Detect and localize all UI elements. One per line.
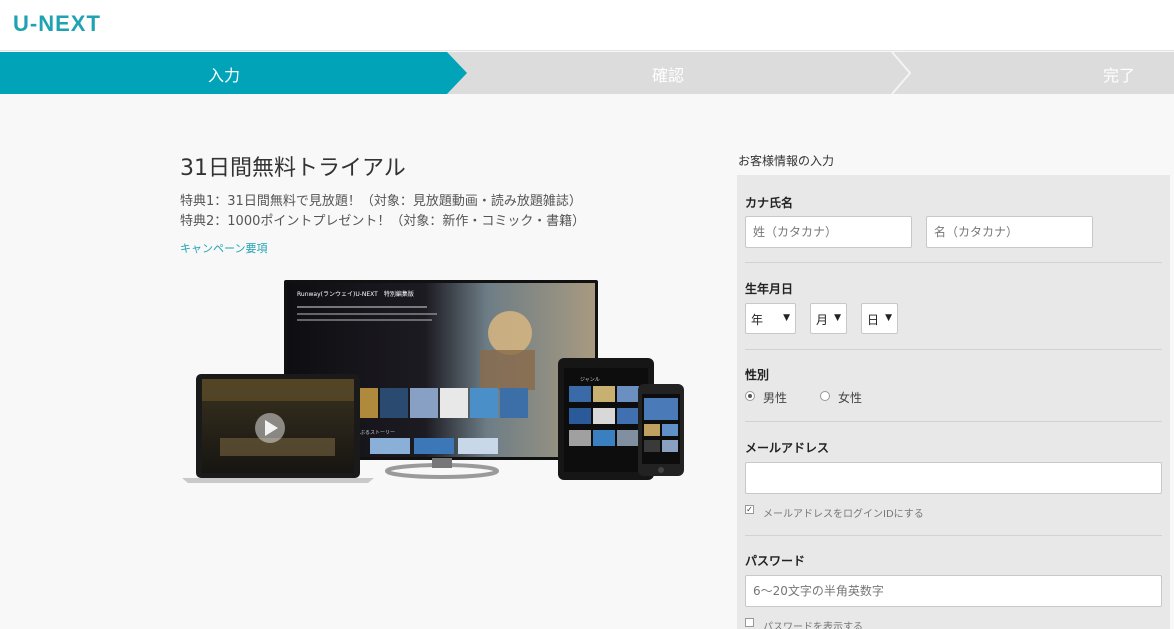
step-confirm: 確認 bbox=[652, 66, 685, 85]
step-complete: 完了 bbox=[1103, 66, 1136, 85]
progress-steps: 入力 確認 完了 bbox=[0, 52, 1174, 94]
show-password-label[interactable]: パスワードを表示する bbox=[763, 618, 863, 629]
tablet-title: ジャンル bbox=[580, 377, 600, 383]
first-name-kana-input[interactable] bbox=[926, 216, 1093, 248]
kana-name-label: カナ氏名 bbox=[745, 196, 794, 210]
birth-day-select[interactable]: 日 ▼ bbox=[861, 303, 898, 334]
page-title: 31日間無料トライアル bbox=[180, 156, 406, 181]
gender-male-radio[interactable] bbox=[745, 391, 755, 401]
step-input: 入力 bbox=[208, 66, 241, 85]
campaign-terms-link[interactable]: キャンペーン要項 bbox=[180, 240, 267, 256]
unext-logo[interactable]: U-NEXT bbox=[13, 11, 101, 37]
dropdown-arrow-icon: ▼ bbox=[885, 313, 892, 323]
birth-year-select[interactable]: 年 ▼ bbox=[745, 303, 796, 334]
tv-title: Runway(ランウェイ)U-NEXT 特別編集版 bbox=[297, 290, 414, 298]
benefit-2: 特典2：1000ポイントプレゼント！（対象：新作・コミック・書籍） bbox=[180, 214, 586, 229]
trial-intro: 31日間無料トライアル 特典1：31日間無料で見放題！（対象：見放題動画・読み放… bbox=[180, 150, 700, 256]
email-as-login-checkbox[interactable]: ✓ bbox=[745, 505, 754, 514]
devices-promo-image: Runway(ランウェイ)U-NEXT 特別編集版 特集 心を揺さぶるストーリー… bbox=[182, 280, 684, 483]
birth-month-select[interactable]: 月 ▼ bbox=[810, 303, 847, 334]
gender-female-radio[interactable] bbox=[820, 391, 830, 401]
show-password-checkbox[interactable] bbox=[745, 618, 754, 627]
dropdown-arrow-icon: ▼ bbox=[783, 313, 790, 323]
benefit-1: 特典1：31日間無料で見放題！（対象：見放題動画・読み放題雑誌） bbox=[180, 194, 582, 209]
last-name-kana-input[interactable] bbox=[745, 216, 912, 248]
password-label: パスワード bbox=[745, 554, 806, 568]
email-label: メールアドレス bbox=[745, 441, 830, 455]
form-caption: お客様情報の入力 bbox=[738, 154, 835, 168]
laptop-base bbox=[182, 478, 374, 483]
dropdown-arrow-icon: ▼ bbox=[834, 313, 841, 323]
top-bar: U-NEXT bbox=[0, 0, 1174, 51]
gender-female-label[interactable]: 女性 bbox=[838, 389, 862, 406]
email-input[interactable] bbox=[745, 462, 1162, 494]
gender-label: 性別 bbox=[745, 368, 770, 382]
gender-male-label[interactable]: 男性 bbox=[763, 389, 787, 406]
registration-form: カナ氏名 生年月日 年 ▼ 月 ▼ 日 ▼ 性別 男性 女性 メールアドレス ✓… bbox=[737, 175, 1170, 629]
birthdate-label: 生年月日 bbox=[745, 282, 794, 296]
email-as-login-label[interactable]: メールアドレスをログインIDにする bbox=[763, 505, 924, 520]
password-input[interactable] bbox=[745, 575, 1162, 607]
step-chevron-icon bbox=[891, 52, 912, 94]
